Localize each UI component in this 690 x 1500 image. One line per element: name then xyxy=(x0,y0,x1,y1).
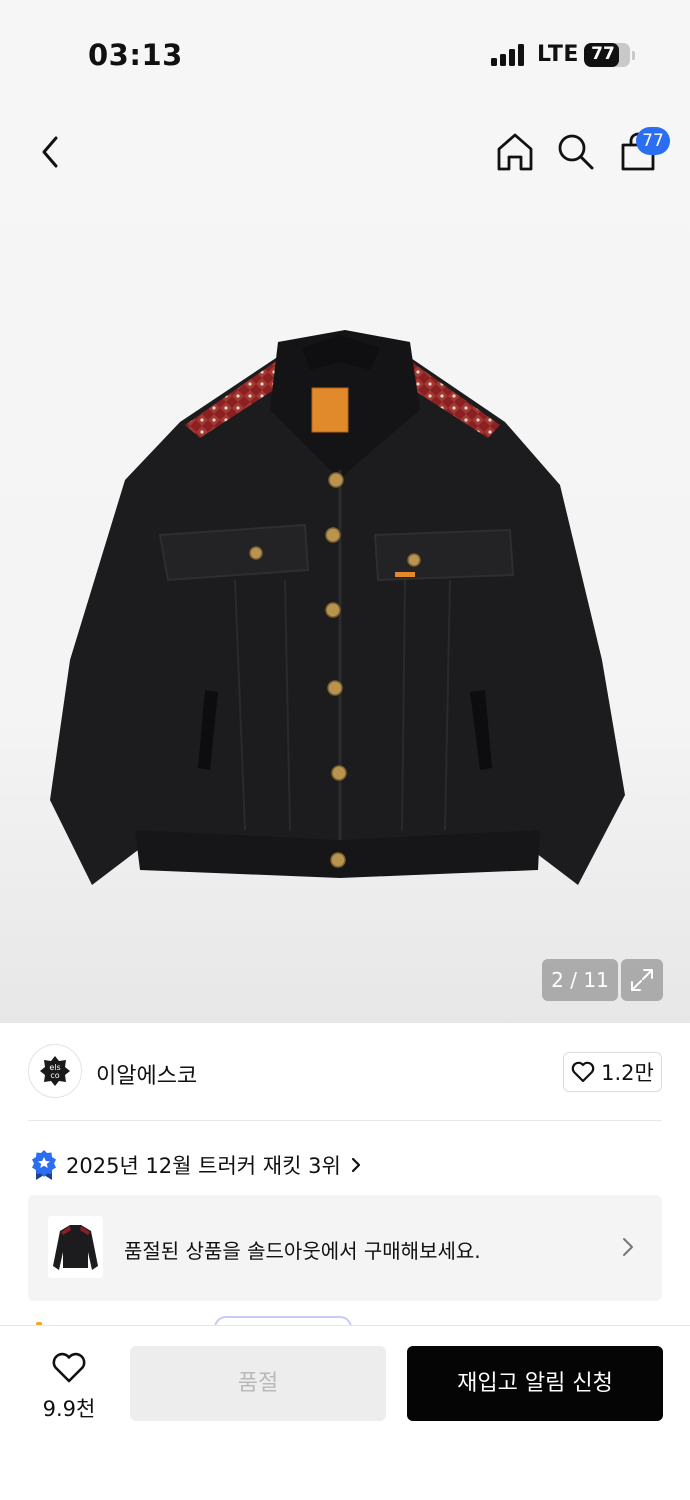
soldout-product-thumbnail xyxy=(48,1216,103,1278)
status-bar: 03:13 LTE 77 xyxy=(0,0,690,110)
brand-name[interactable]: 이알에스코 xyxy=(96,1058,197,1090)
home-button[interactable] xyxy=(493,130,537,174)
soldout-banner-text: 품절된 상품을 솔드아웃에서 구매해보세요. xyxy=(124,1239,481,1263)
back-icon xyxy=(42,136,58,168)
heart-icon xyxy=(571,1061,595,1083)
brand-like-button[interactable]: 1.2만 xyxy=(563,1052,662,1092)
network-label: LTE xyxy=(537,42,579,67)
home-icon xyxy=(497,133,533,171)
brand-logo-mark: els co xyxy=(40,1056,70,1086)
chevron-right-icon xyxy=(623,1238,633,1256)
chevron-right-icon xyxy=(351,1157,360,1173)
brand-row[interactable]: els co 이알에스코 1.2만 xyxy=(0,1023,690,1121)
wishlist-count: 9.9천 xyxy=(42,1397,96,1421)
soldout-button: 품절 xyxy=(130,1346,386,1421)
bottom-action-bar: 9.9천 품절 재입고 알림 신청 xyxy=(0,1325,690,1500)
soldout-market-banner[interactable]: 품절된 상품을 솔드아웃에서 구매해보세요. xyxy=(28,1195,662,1301)
search-button[interactable] xyxy=(554,130,598,174)
ranking-link[interactable]: 2025년 12월 트러커 재킷 3위 xyxy=(30,1148,363,1182)
heart-icon xyxy=(52,1352,86,1383)
brand-like-count: 1.2만 xyxy=(601,1061,654,1085)
image-counter: 2 / 11 xyxy=(542,959,618,1001)
jacket-thumbnail xyxy=(53,1225,98,1270)
jacket-product-image xyxy=(50,330,625,885)
cart-count-badge: 77 xyxy=(636,127,670,155)
back-button[interactable] xyxy=(28,130,72,174)
ranking-medal-icon xyxy=(32,1150,56,1180)
expand-icon xyxy=(631,969,653,991)
signal-icon xyxy=(491,44,525,66)
wishlist-button[interactable]: 9.9천 xyxy=(30,1352,108,1423)
status-time: 03:13 xyxy=(88,38,183,72)
expand-image-button[interactable] xyxy=(621,959,663,1001)
battery-cap xyxy=(632,51,635,60)
brand-logo[interactable]: els co xyxy=(28,1044,82,1098)
restock-alert-button[interactable]: 재입고 알림 신청 xyxy=(407,1346,663,1421)
divider xyxy=(28,1120,662,1121)
search-icon xyxy=(558,134,594,170)
ranking-text: 2025년 12월 트러커 재킷 3위 xyxy=(66,1154,341,1178)
battery-level: 77 xyxy=(591,44,615,64)
product-image-area[interactable]: 03:13 LTE 77 77 2 / 11 xyxy=(0,0,690,1023)
battery-icon: 77 xyxy=(584,43,630,67)
logo-lettering: co xyxy=(50,1071,59,1080)
